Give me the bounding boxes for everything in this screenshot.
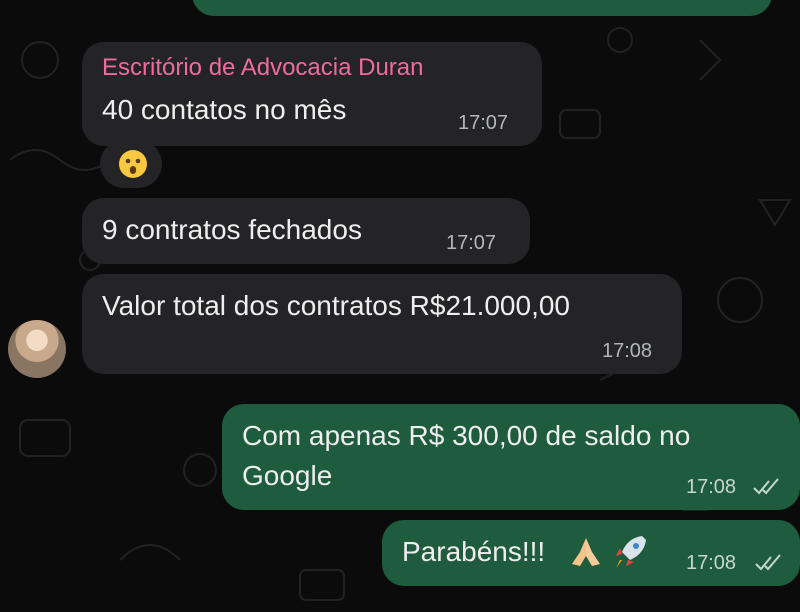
message-time: 17:08	[602, 340, 653, 362]
message-bubble-outgoing[interactable]: Parabéns!!! 17:08	[382, 520, 800, 586]
message-bubble-incoming[interactable]: Escritório de Advocacia Duran 40 contato…	[82, 42, 542, 146]
message-time: 17:07	[458, 112, 509, 134]
avatar[interactable]	[8, 320, 66, 378]
message-bubble-outgoing-partial[interactable]	[192, 0, 772, 16]
message-text: Valor total dos contratos R$21.000,00	[102, 290, 571, 321]
message-time: 17:07	[446, 232, 497, 254]
astonished-face-icon	[119, 150, 147, 178]
message-bubble-outgoing[interactable]: Com apenas R$ 300,00 de saldo no Google …	[222, 404, 800, 510]
message-text: Parabéns!!!	[402, 536, 546, 567]
message-time: 17:08	[686, 552, 737, 574]
sender-name[interactable]: Escritório de Advocacia Duran	[102, 54, 424, 82]
message-bubble-incoming[interactable]: 9 contratos fechados 17:07	[82, 198, 530, 264]
read-receipt-icon	[755, 554, 781, 571]
message-bubble-incoming[interactable]: Valor total dos contratos R$21.000,00 17…	[82, 274, 682, 374]
rocket-icon	[616, 536, 646, 568]
message-bubble-emoji[interactable]	[100, 140, 162, 188]
folded-hands-icon	[572, 538, 600, 566]
read-receipt-icon	[753, 478, 779, 495]
message-text: 9 contratos fechados	[102, 214, 362, 245]
message-time: 17:08	[686, 476, 737, 498]
message-text: 40 contatos no mês	[102, 94, 347, 125]
